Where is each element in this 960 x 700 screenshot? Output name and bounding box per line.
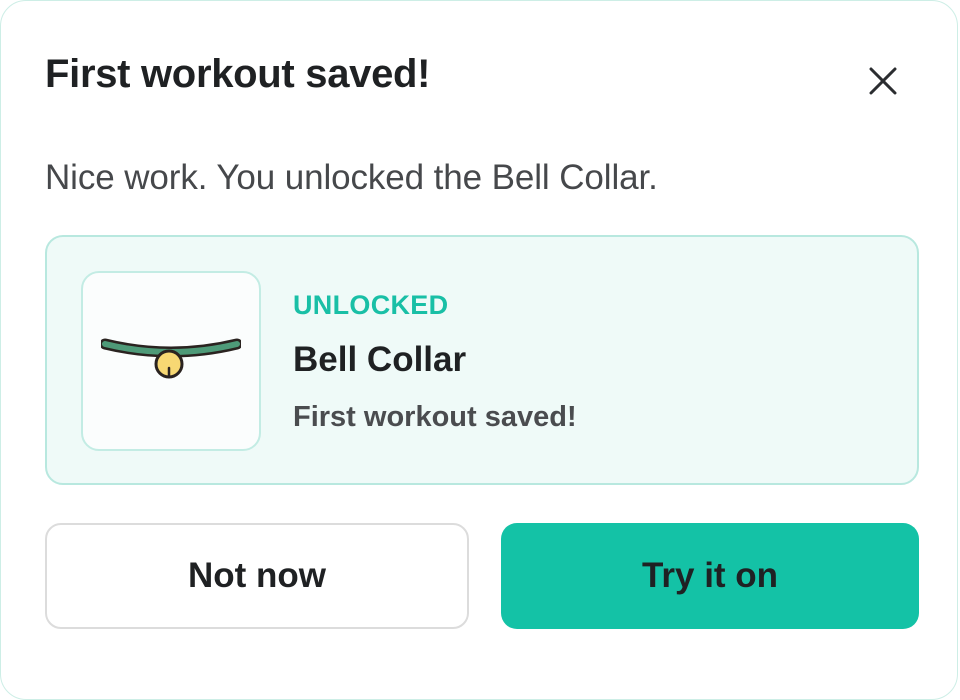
- reward-thumbnail: [81, 271, 261, 451]
- close-icon: [869, 67, 897, 95]
- reward-description: First workout saved!: [293, 401, 577, 433]
- reward-card: UNLOCKED Bell Collar First workout saved…: [45, 235, 919, 485]
- dialog-title: First workout saved!: [45, 52, 431, 96]
- reward-name: Bell Collar: [293, 340, 467, 379]
- not-now-button[interactable]: Not now: [45, 523, 469, 629]
- dialog-message: Nice work. You unlocked the Bell Collar.: [45, 158, 658, 197]
- reward-status-label: UNLOCKED: [293, 290, 449, 320]
- try-it-on-button[interactable]: Try it on: [501, 523, 919, 629]
- close-button[interactable]: [859, 57, 907, 105]
- bell-collar-icon: [101, 338, 241, 379]
- reward-dialog: First workout saved! Nice work. You unlo…: [0, 0, 958, 700]
